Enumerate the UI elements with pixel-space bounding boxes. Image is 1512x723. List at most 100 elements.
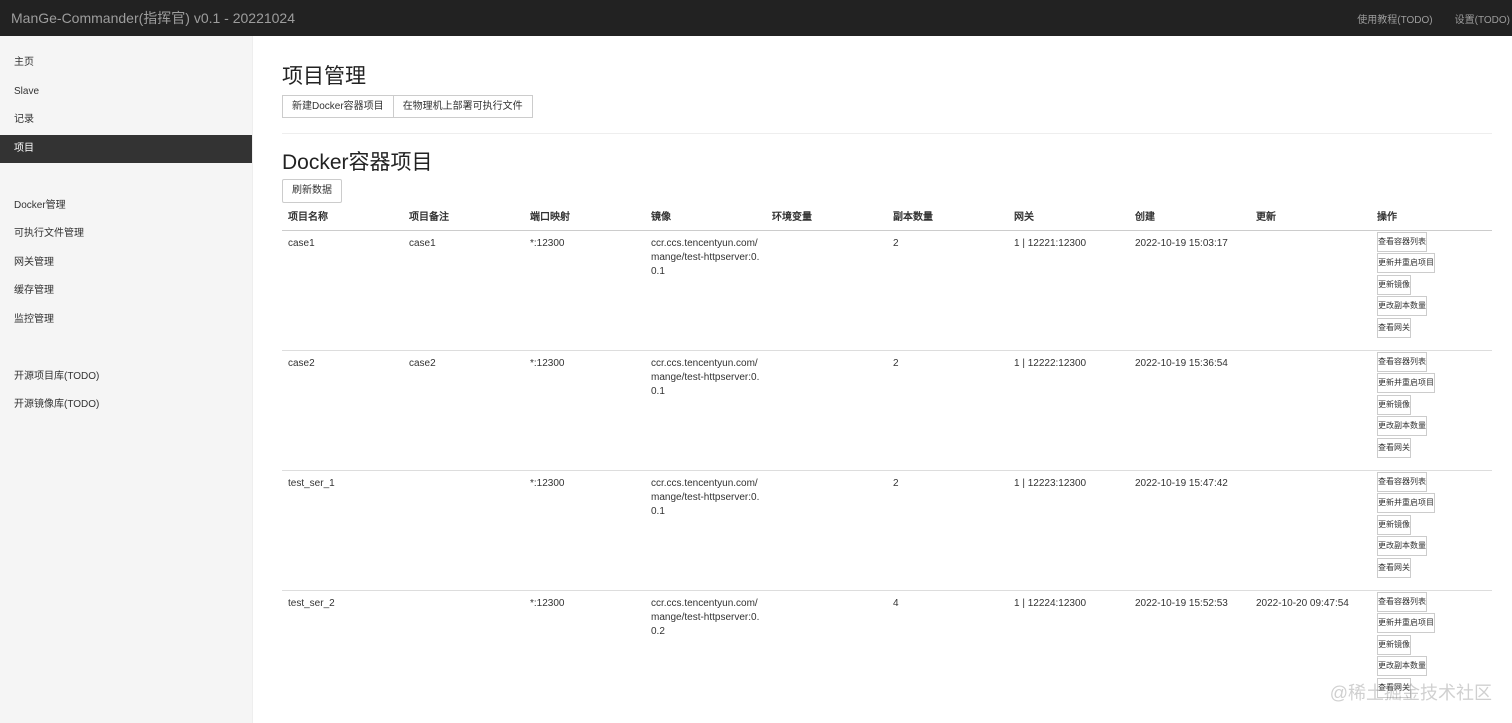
change-replicas-button[interactable]: 更改副本数量 — [1377, 536, 1427, 556]
cell-note — [403, 589, 524, 710]
table-row: case1 case1 *:12300 ccr.ccs.tencentyun.com/… — [282, 229, 1492, 350]
cell-note — [403, 469, 524, 590]
sidebar-item-oss-projects[interactable]: 开源项目库(TODO) — [0, 363, 252, 392]
sidebar-item-executables[interactable]: 可执行文件管理 — [0, 220, 252, 249]
update-restart-button[interactable]: 更新并重启项目 — [1377, 493, 1435, 513]
col-header-updated: 更新 — [1250, 206, 1371, 231]
sidebar-item-gateway[interactable]: 网关管理 — [0, 249, 252, 278]
col-header-gateway: 网关 — [1008, 206, 1129, 231]
deploy-executable-button[interactable]: 在物理机上部署可执行文件 — [393, 95, 533, 118]
cell-created: 2022-10-19 15:47:42 — [1129, 469, 1250, 590]
cell-replicas: 4 — [887, 589, 1008, 710]
update-image-button[interactable]: 更新镜像 — [1377, 514, 1411, 535]
cell-gateway: 1 | 12222:12300 — [1008, 349, 1129, 470]
watermark: @稀土掘金技术社区 — [1329, 683, 1492, 703]
top-navbar: ManGe-Commander(指挥官) v0.1 - 20221024 使用教… — [0, 0, 1512, 36]
cell-image: ccr.ccs.tencentyun.com/mange/test-httpse… — [645, 589, 766, 710]
update-image-button[interactable]: 更新镜像 — [1377, 394, 1411, 415]
app-brand[interactable]: ManGe-Commander(指挥官) v0.1 - 20221024 — [0, 8, 295, 28]
cell-env — [766, 589, 887, 710]
top-nav-links: 使用教程(TODO) 设置(TODO) — [1335, 0, 1510, 36]
cell-created: 2022-10-19 15:03:17 — [1129, 229, 1250, 350]
cell-created: 2022-10-19 15:36:54 — [1129, 349, 1250, 470]
cell-replicas: 2 — [887, 229, 1008, 350]
col-header-replicas: 副本数量 — [887, 206, 1008, 231]
change-replicas-button[interactable]: 更改副本数量 — [1377, 656, 1427, 676]
refresh-button[interactable]: 刷新数据 — [282, 179, 342, 203]
table-row: test_ser_2 *:12300 ccr.ccs.tencentyun.com/… — [282, 589, 1492, 710]
update-restart-button[interactable]: 更新并重启项目 — [1377, 373, 1435, 393]
section-title: Docker容器项目 — [282, 151, 433, 174]
cell-port: *:12300 — [524, 349, 645, 470]
sidebar-item-monitor[interactable]: 监控管理 — [0, 306, 252, 335]
cell-image: ccr.ccs.tencentyun.com/mange/test-httpse… — [645, 229, 766, 350]
view-containers-button[interactable]: 查看容器列表 — [1377, 591, 1427, 612]
cell-note: case1 — [403, 229, 524, 350]
cell-updated — [1250, 229, 1371, 350]
cell-gateway: 1 | 12223:12300 — [1008, 469, 1129, 590]
sidebar: 主页 Slave 记录 项目 Docker管理 可执行文件管理 网关管理 缓存管… — [0, 36, 253, 723]
new-docker-project-button[interactable]: 新建Docker容器项目 — [282, 95, 394, 118]
update-image-button[interactable]: 更新镜像 — [1377, 274, 1411, 295]
cell-replicas: 2 — [887, 349, 1008, 470]
cell-actions: 查看容器列表 更新并重启项目 更新镜像 更改副本数量 查看网关 — [1371, 349, 1492, 470]
change-replicas-button[interactable]: 更改副本数量 — [1377, 416, 1427, 436]
sidebar-item-oss-images[interactable]: 开源镜像库(TODO) — [0, 391, 252, 420]
table-row: test_ser_1 *:12300 ccr.ccs.tencentyun.com/… — [282, 469, 1492, 590]
cell-port: *:12300 — [524, 469, 645, 590]
update-image-button[interactable]: 更新镜像 — [1377, 634, 1411, 655]
col-header-env: 环境变量 — [766, 206, 887, 231]
cell-created: 2022-10-19 15:52:53 — [1129, 589, 1250, 710]
sidebar-item-records[interactable]: 记录 — [0, 106, 252, 135]
cell-gateway: 1 | 12221:12300 — [1008, 229, 1129, 350]
change-replicas-button[interactable]: 更改副本数量 — [1377, 296, 1427, 316]
col-header-name: 项目名称 — [282, 206, 403, 231]
table-row: case2 case2 *:12300 ccr.ccs.tencentyun.com/… — [282, 349, 1492, 470]
view-containers-button[interactable]: 查看容器列表 — [1377, 231, 1427, 252]
cell-port: *:12300 — [524, 589, 645, 710]
cell-note: case2 — [403, 349, 524, 470]
cell-actions: 查看容器列表 更新并重启项目 更新镜像 更改副本数量 查看网关 — [1371, 469, 1492, 590]
col-header-image: 镜像 — [645, 206, 766, 231]
cell-name: test_ser_1 — [282, 469, 403, 590]
cell-env — [766, 469, 887, 590]
cell-gateway: 1 | 12224:12300 — [1008, 589, 1129, 710]
divider — [282, 133, 1492, 134]
cell-updated — [1250, 349, 1371, 470]
view-containers-button[interactable]: 查看容器列表 — [1377, 471, 1427, 492]
cell-env — [766, 349, 887, 470]
view-containers-button[interactable]: 查看容器列表 — [1377, 351, 1427, 372]
sidebar-item-projects[interactable]: 项目 — [0, 134, 252, 163]
cell-name: case2 — [282, 349, 403, 470]
cell-port: *:12300 — [524, 229, 645, 350]
main-content: 项目管理 新建Docker容器项目 在物理机上部署可执行文件 Docker容器项… — [254, 36, 1512, 723]
view-gateway-button[interactable]: 查看网关 — [1377, 317, 1411, 338]
cell-env — [766, 229, 887, 350]
tutorial-link[interactable]: 使用教程(TODO) — [1357, 11, 1432, 26]
cell-actions: 查看容器列表 更新并重启项目 更新镜像 更改副本数量 查看网关 — [1371, 229, 1492, 350]
cell-replicas: 2 — [887, 469, 1008, 590]
update-restart-button[interactable]: 更新并重启项目 — [1377, 613, 1435, 633]
view-gateway-button[interactable]: 查看网关 — [1377, 437, 1411, 458]
sidebar-item-cache[interactable]: 缓存管理 — [0, 277, 252, 306]
settings-link[interactable]: 设置(TODO) — [1455, 11, 1510, 26]
col-header-actions: 操作 — [1371, 206, 1492, 231]
view-gateway-button[interactable]: 查看网关 — [1377, 557, 1411, 578]
col-header-created: 创建 — [1129, 206, 1250, 231]
cell-updated — [1250, 469, 1371, 590]
page-title: 项目管理 — [282, 65, 366, 88]
cell-image: ccr.ccs.tencentyun.com/mange/test-httpse… — [645, 469, 766, 590]
update-restart-button[interactable]: 更新并重启项目 — [1377, 253, 1435, 273]
cell-name: case1 — [282, 229, 403, 350]
sidebar-item-home[interactable]: 主页 — [0, 49, 252, 78]
cell-image: ccr.ccs.tencentyun.com/mange/test-httpse… — [645, 349, 766, 470]
sidebar-item-slave[interactable]: Slave — [0, 78, 252, 107]
table-header-row: 项目名称 项目备注 端口映射 镜像 环境变量 副本数量 网关 创建 更新 操作 — [282, 206, 1492, 231]
sidebar-item-docker[interactable]: Docker管理 — [0, 192, 252, 221]
cell-name: test_ser_2 — [282, 589, 403, 710]
docker-projects-table: 项目名称 项目备注 端口映射 镜像 环境变量 副本数量 网关 创建 更新 操作 … — [282, 206, 1492, 710]
col-header-port: 端口映射 — [524, 206, 645, 231]
create-button-group: 新建Docker容器项目 在物理机上部署可执行文件 — [282, 95, 533, 118]
